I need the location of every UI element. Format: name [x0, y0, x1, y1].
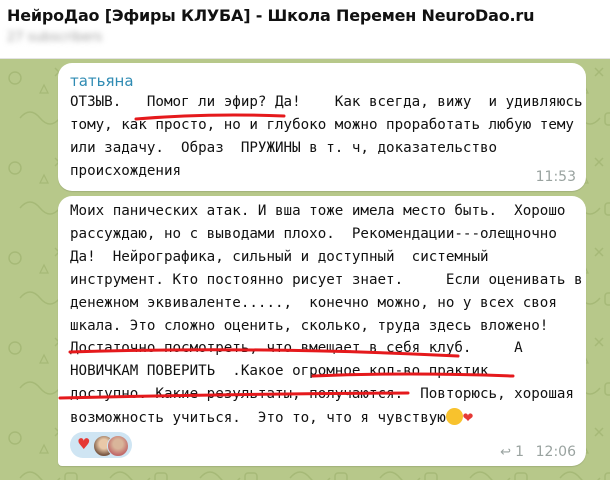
message-bubble[interactable]: Моих панических атак. И вша тоже имела м… — [58, 196, 586, 466]
chat-title: НейроДао [Эфиры КЛУБА] - Школа Перемен N… — [7, 6, 535, 25]
message-text-main: Моих панических атак. И вша тоже имела м… — [70, 203, 583, 427]
reply-count-value: 1 — [515, 444, 524, 460]
reaction-pill[interactable]: ♥ — [70, 432, 132, 458]
message-time: 12:06 — [535, 444, 576, 460]
message-text: ОТЗЫВ. Помог ли эфир? Да! Как всегда, ви… — [70, 94, 583, 179]
reactor-avatar — [107, 435, 129, 457]
message-bubble[interactable]: татьяна ОТЗЫВ. Помог ли эфир? Да! Как вс… — [58, 63, 586, 191]
chat-subtitle: 27 subscribers — [7, 30, 103, 45]
heart-emoji-icon: ❤ — [462, 407, 474, 428]
smile-emoji-icon — [445, 408, 463, 426]
reply-count[interactable]: ↩ 1 — [500, 444, 524, 460]
reply-arrow-icon: ↩ — [500, 445, 512, 460]
message-text: Моих панических атак. И вша тоже имела м… — [70, 200, 583, 430]
heart-reaction-icon: ♥ — [77, 435, 91, 453]
message-time: 11:53 — [535, 169, 576, 185]
message-author[interactable]: татьяна — [70, 72, 134, 90]
chat-area[interactable]: татьяна ОТЗЫВ. Помог ли эфир? Да! Как вс… — [0, 58, 610, 480]
chat-header[interactable]: НейроДао [Эфиры КЛУБА] - Школа Перемен N… — [0, 0, 610, 59]
